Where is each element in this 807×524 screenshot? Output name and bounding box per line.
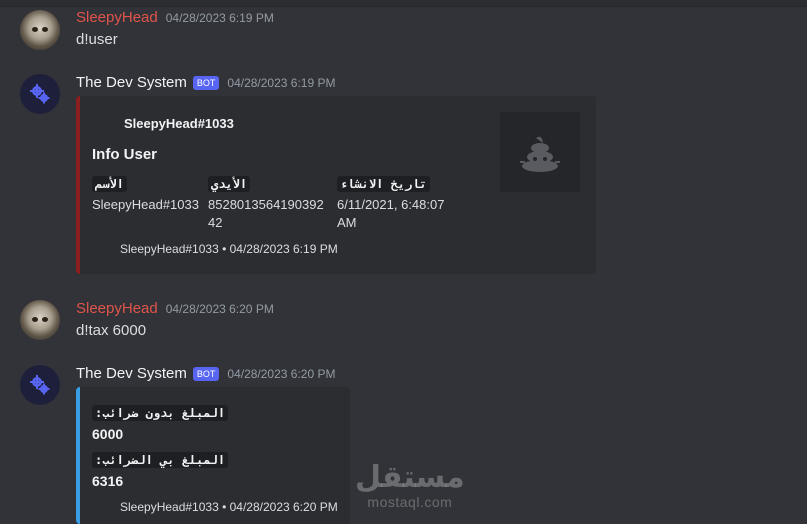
timestamp: 04/28/2023 6:19 PM (227, 75, 336, 90)
field-value: 6000 (92, 426, 124, 442)
embed-field: الأيدي 852801356419039242 (208, 175, 328, 232)
user-avatar[interactable] (20, 10, 60, 50)
gears-icon (30, 375, 50, 395)
bot-avatar[interactable] (20, 74, 60, 114)
embed-author[interactable]: SleepyHead#1033 (124, 116, 234, 131)
embed-accent-bar (76, 96, 80, 274)
timestamp: 04/28/2023 6:19 PM (165, 10, 274, 25)
embed: SleepyHead#1033 Info User الأسم SleepyHe… (76, 96, 596, 274)
watermark-url: mostaql.com (367, 494, 453, 510)
author-name[interactable]: The Dev System (76, 74, 187, 91)
embed: المبلغ بدون ضرائب: 6000 المبلغ بي الضرائ… (76, 387, 350, 524)
embed-thumbnail[interactable] (500, 112, 580, 192)
embed-title: Info User (92, 146, 158, 163)
author-name[interactable]: SleepyHead (76, 300, 158, 317)
message-content: d!user (76, 31, 118, 48)
poop-emoji-icon (520, 136, 560, 172)
message-content: d!tax 6000 (76, 322, 147, 339)
timestamp: 04/28/2023 6:20 PM (227, 366, 336, 381)
embed-footer: SleepyHead#1033 • 04/28/2023 6:20 PM (120, 500, 338, 514)
bot-badge: BOT (192, 366, 220, 381)
timestamp: 04/28/2023 6:20 PM (165, 301, 274, 316)
watermark-text: مستقل (355, 461, 465, 494)
top-divider (0, 0, 807, 7)
embed-field: المبلغ بي الضرائب: 6316 (92, 451, 229, 490)
field-value: SleepyHead#1033 (92, 197, 199, 212)
embed-accent-bar (76, 387, 80, 524)
bot-avatar[interactable] (20, 365, 60, 405)
field-value: 6/11/2021, 6:48:07 AM (337, 197, 445, 230)
embed-field: الأسم SleepyHead#1033 (92, 175, 204, 214)
bot-badge: BOT (192, 75, 220, 90)
field-name: تاريخ الانشاء (337, 176, 430, 192)
field-name: الأسم (92, 176, 127, 192)
embed-footer: SleepyHead#1033 • 04/28/2023 6:19 PM (120, 242, 338, 256)
field-name: المبلغ بدون ضرائب: (92, 405, 229, 421)
field-value: 852801356419039242 (208, 197, 324, 230)
author-name[interactable]: SleepyHead (76, 9, 158, 26)
field-name: الأيدي (208, 176, 251, 192)
gears-icon (30, 84, 50, 104)
watermark-logo: مستقل mostaql.com (355, 461, 465, 511)
field-value: 6316 (92, 473, 124, 489)
author-name[interactable]: The Dev System (76, 365, 187, 382)
field-name: المبلغ بي الضرائب: (92, 452, 229, 468)
embed-field: تاريخ الانشاء 6/11/2021, 6:48:07 AM (337, 175, 457, 232)
embed-field: المبلغ بدون ضرائب: 6000 (92, 404, 229, 443)
user-avatar[interactable] (20, 300, 60, 340)
